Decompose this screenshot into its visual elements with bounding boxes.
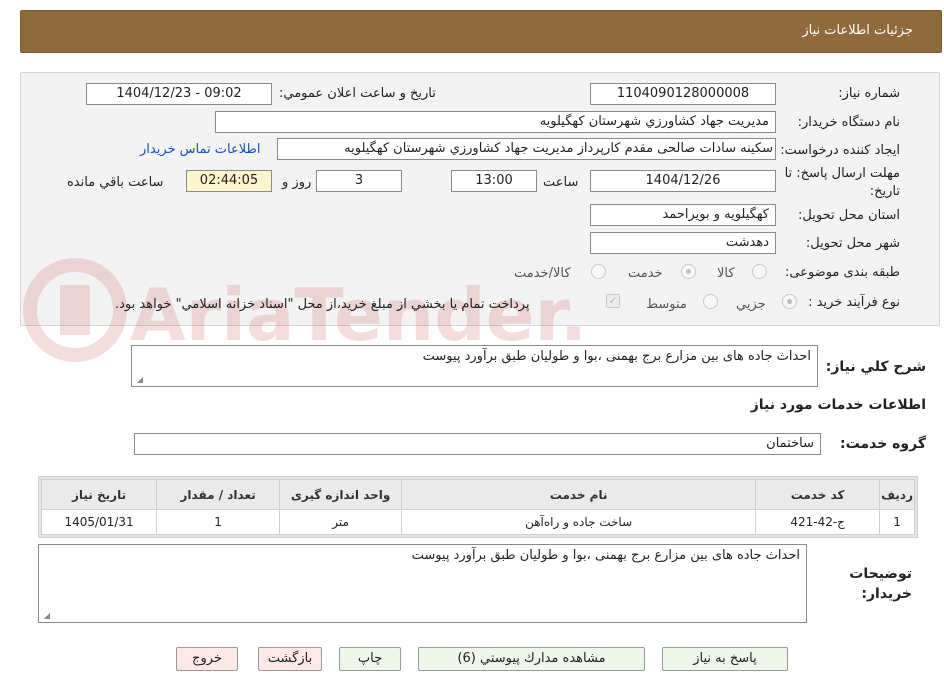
col-header-unit: واحد اندازه گيری xyxy=(279,479,403,510)
attachments-button[interactable]: مشاهده مدارك پيوستي (6) xyxy=(418,647,645,671)
buyer-notes-label: توضيحات xyxy=(849,566,912,582)
process-medium-label: متوسط xyxy=(646,297,687,312)
service-group-label: گروه خدمت: xyxy=(840,436,926,452)
resize-grip-icon[interactable]: ◢ xyxy=(135,376,143,384)
process-minor-label: جزيي xyxy=(736,297,766,312)
process-medium-radio[interactable] xyxy=(703,294,718,309)
col-header-code: كد خدمت xyxy=(755,479,881,510)
deadline-label: مهلت ارسال پاسخ: تا xyxy=(784,166,900,181)
cell-code: ج-42-421 xyxy=(755,509,881,535)
col-header-index: رديف xyxy=(879,479,915,510)
treasury-payment-checkbox[interactable]: ✓ xyxy=(606,294,620,308)
deadline-date-field[interactable]: 1404/12/26 xyxy=(590,170,776,192)
services-section-title: اطلاعات خدمات مورد نياز xyxy=(750,397,926,413)
days-label: روز و xyxy=(282,175,312,190)
category-goods-label: كالا xyxy=(717,266,735,281)
category-service-label: خدمت xyxy=(628,266,663,281)
category-label: طبقه بندی موضوعی: xyxy=(784,265,900,280)
category-goods-radio[interactable] xyxy=(752,264,767,279)
announce-date-label: تاریخ و ساعت اعلان عمومي: xyxy=(279,86,436,101)
deadline-time-field[interactable]: 13:00 xyxy=(451,170,537,192)
table-row[interactable]: 1 ج-42-421 ساخت جاده و راه‌آهن متر 1 140… xyxy=(40,509,915,535)
remaining-label: ساعت باقي مانده xyxy=(67,175,164,190)
buyer-org-label: نام دستگاه خريدار: xyxy=(797,115,900,130)
deadline-label-date: تاريخ: xyxy=(869,184,900,199)
buyer-notes-textarea[interactable]: احداث جاده های بین مزارع برج بهمنی ،بوا … xyxy=(38,544,807,623)
process-type-label: نوع فرآيند خريد : xyxy=(808,295,900,310)
announce-date-field[interactable]: 1404/12/23 - 09:02 xyxy=(86,83,272,105)
service-group-field[interactable]: ساختمان xyxy=(134,433,821,455)
requester-field[interactable]: سكينه سادات صالحی مقدم كارپرداز مديريت ج… xyxy=(277,138,776,160)
deadline-hour-label: ساعت xyxy=(543,175,579,190)
requester-label: ايجاد كننده درخواست: xyxy=(780,143,900,158)
reply-button[interactable]: پاسخ به نياز xyxy=(662,647,788,671)
col-header-date: تاريخ نياز xyxy=(40,479,158,510)
province-field[interactable]: كهگيلويه و بويراحمد xyxy=(590,204,776,226)
description-label: شرح كلي نياز: xyxy=(825,359,926,375)
col-header-qty: تعداد / مقدار xyxy=(156,479,281,510)
exit-button[interactable]: خروج xyxy=(176,647,238,671)
page-title: جزئیات اطلاعات نیاز xyxy=(802,23,913,38)
process-minor-radio[interactable] xyxy=(782,294,797,309)
remaining-days-field[interactable]: 3 xyxy=(316,170,402,192)
services-table: رديف كد خدمت نام خدمت واحد اندازه گيری ت… xyxy=(40,479,915,535)
need-number-label: شماره نیاز: xyxy=(838,86,900,101)
print-button[interactable]: چاپ xyxy=(339,647,401,671)
cell-name: ساخت جاده و راه‌آهن xyxy=(401,509,757,535)
description-textarea[interactable]: احداث جاده های بین مزارع برج بهمنی ،بوا … xyxy=(131,345,818,387)
services-table-container: رديف كد خدمت نام خدمت واحد اندازه گيری ت… xyxy=(38,476,918,538)
city-field[interactable]: دهدشت xyxy=(590,232,776,254)
col-header-name: نام خدمت xyxy=(401,479,757,510)
buyer-notes-label-2: خريدار: xyxy=(861,586,912,602)
treasury-payment-note: پرداخت تمام يا بخشي از مبلغ خريد،از محل … xyxy=(115,297,530,312)
category-goods-service-radio[interactable] xyxy=(591,264,606,279)
province-label: استان محل تحويل: xyxy=(798,208,900,223)
category-service-radio[interactable] xyxy=(681,264,696,279)
description-text: احداث جاده های بین مزارع برج بهمنی ،بوا … xyxy=(422,349,811,364)
city-label: شهر محل تحويل: xyxy=(805,236,900,251)
cell-unit: متر xyxy=(279,509,403,535)
buyer-org-field[interactable]: مديريت جهاد كشاورزي شهرستان كهگيلويه xyxy=(215,111,776,133)
cell-date: 1405/01/31 xyxy=(40,509,158,535)
cell-index: 1 xyxy=(879,509,915,535)
page-header: جزئیات اطلاعات نیاز xyxy=(20,10,942,53)
back-button[interactable]: بازگشت xyxy=(258,647,322,671)
remaining-time-field[interactable]: 02:44:05 xyxy=(186,170,272,192)
buyer-contact-link[interactable]: اطلاعات تماس خريدار xyxy=(140,142,260,157)
category-goods-service-label: كالا/خدمت xyxy=(514,266,571,281)
cell-qty: 1 xyxy=(156,509,281,535)
need-number-field[interactable]: 1104090128000008 xyxy=(590,83,776,105)
resize-grip-icon[interactable]: ◢ xyxy=(42,612,50,620)
buyer-notes-text: احداث جاده های بین مزارع برج بهمنی ،بوا … xyxy=(411,548,800,563)
table-header-row: رديف كد خدمت نام خدمت واحد اندازه گيری ت… xyxy=(40,479,915,510)
